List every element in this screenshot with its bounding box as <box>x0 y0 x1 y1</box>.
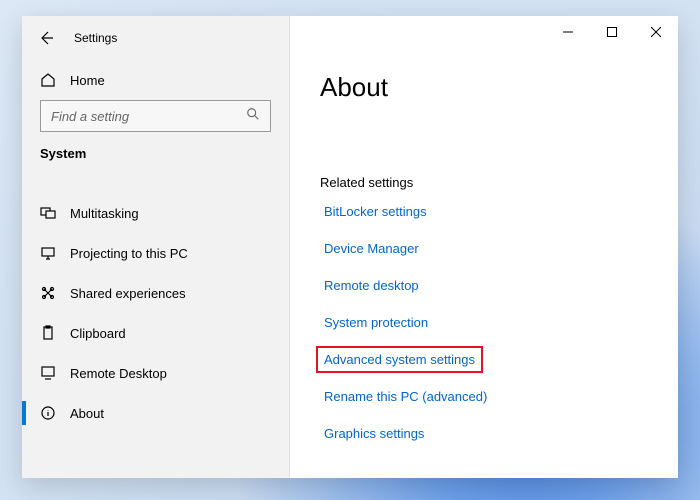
info-icon <box>40 405 56 421</box>
search-box[interactable] <box>40 100 271 132</box>
spacer <box>320 103 678 175</box>
nav-item-label: Clipboard <box>70 326 126 341</box>
sidebar: Settings Home System <box>22 16 290 478</box>
sidebar-item-multitasking[interactable]: Multitasking <box>22 193 289 233</box>
page-title: About <box>320 72 678 103</box>
link-rename-pc-advanced[interactable]: Rename this PC (advanced) <box>320 387 491 406</box>
home-label: Home <box>70 73 105 88</box>
nav-item-label: Projecting to this PC <box>70 246 188 261</box>
arrow-left-icon <box>38 30 54 46</box>
link-system-protection[interactable]: System protection <box>320 313 432 332</box>
minimize-button[interactable] <box>546 16 590 48</box>
sidebar-item-remote-desktop[interactable]: Remote Desktop <box>22 353 289 393</box>
related-settings-label: Related settings <box>320 175 678 190</box>
spacer <box>22 171 289 193</box>
link-graphics-settings[interactable]: Graphics settings <box>320 424 428 443</box>
close-icon <box>651 27 661 37</box>
nav-item-label: Remote Desktop <box>70 366 167 381</box>
clipboard-icon <box>40 325 56 341</box>
minimize-icon <box>563 27 573 37</box>
nav-item-label: Multitasking <box>70 206 139 221</box>
link-list: BitLocker settings Device Manager Remote… <box>320 202 678 443</box>
sidebar-item-about[interactable]: About <box>22 393 289 433</box>
link-device-manager[interactable]: Device Manager <box>320 239 423 258</box>
sidebar-item-projecting[interactable]: Projecting to this PC <box>22 233 289 273</box>
nav-list: Multitasking Projecting to this PC Share… <box>22 193 289 433</box>
maximize-icon <box>607 27 617 37</box>
header-row: Settings <box>22 16 289 60</box>
link-remote-desktop[interactable]: Remote desktop <box>320 276 423 295</box>
maximize-button[interactable] <box>590 16 634 48</box>
sidebar-item-shared-experiences[interactable]: Shared experiences <box>22 273 289 313</box>
window-controls <box>546 16 678 48</box>
settings-window: Settings Home System <box>22 16 678 478</box>
sidebar-item-clipboard[interactable]: Clipboard <box>22 313 289 353</box>
close-button[interactable] <box>634 16 678 48</box>
link-bitlocker-settings[interactable]: BitLocker settings <box>320 202 431 221</box>
window-title: Settings <box>74 31 117 45</box>
link-advanced-system-settings[interactable]: Advanced system settings <box>320 350 479 369</box>
content: About Related settings BitLocker setting… <box>290 16 678 443</box>
shared-icon <box>40 285 56 301</box>
search-input[interactable] <box>51 109 246 124</box>
search-container <box>22 100 289 146</box>
search-icon <box>246 107 260 126</box>
sidebar-item-home[interactable]: Home <box>22 60 289 100</box>
nav-item-label: About <box>70 406 104 421</box>
multitasking-icon <box>40 205 56 221</box>
back-button[interactable] <box>36 28 56 48</box>
sidebar-section-label: System <box>22 146 289 171</box>
home-icon <box>40 72 56 88</box>
main-panel: About Related settings BitLocker setting… <box>290 16 678 478</box>
remote-desktop-icon <box>40 365 56 381</box>
projecting-icon <box>40 245 56 261</box>
nav-item-label: Shared experiences <box>70 286 186 301</box>
